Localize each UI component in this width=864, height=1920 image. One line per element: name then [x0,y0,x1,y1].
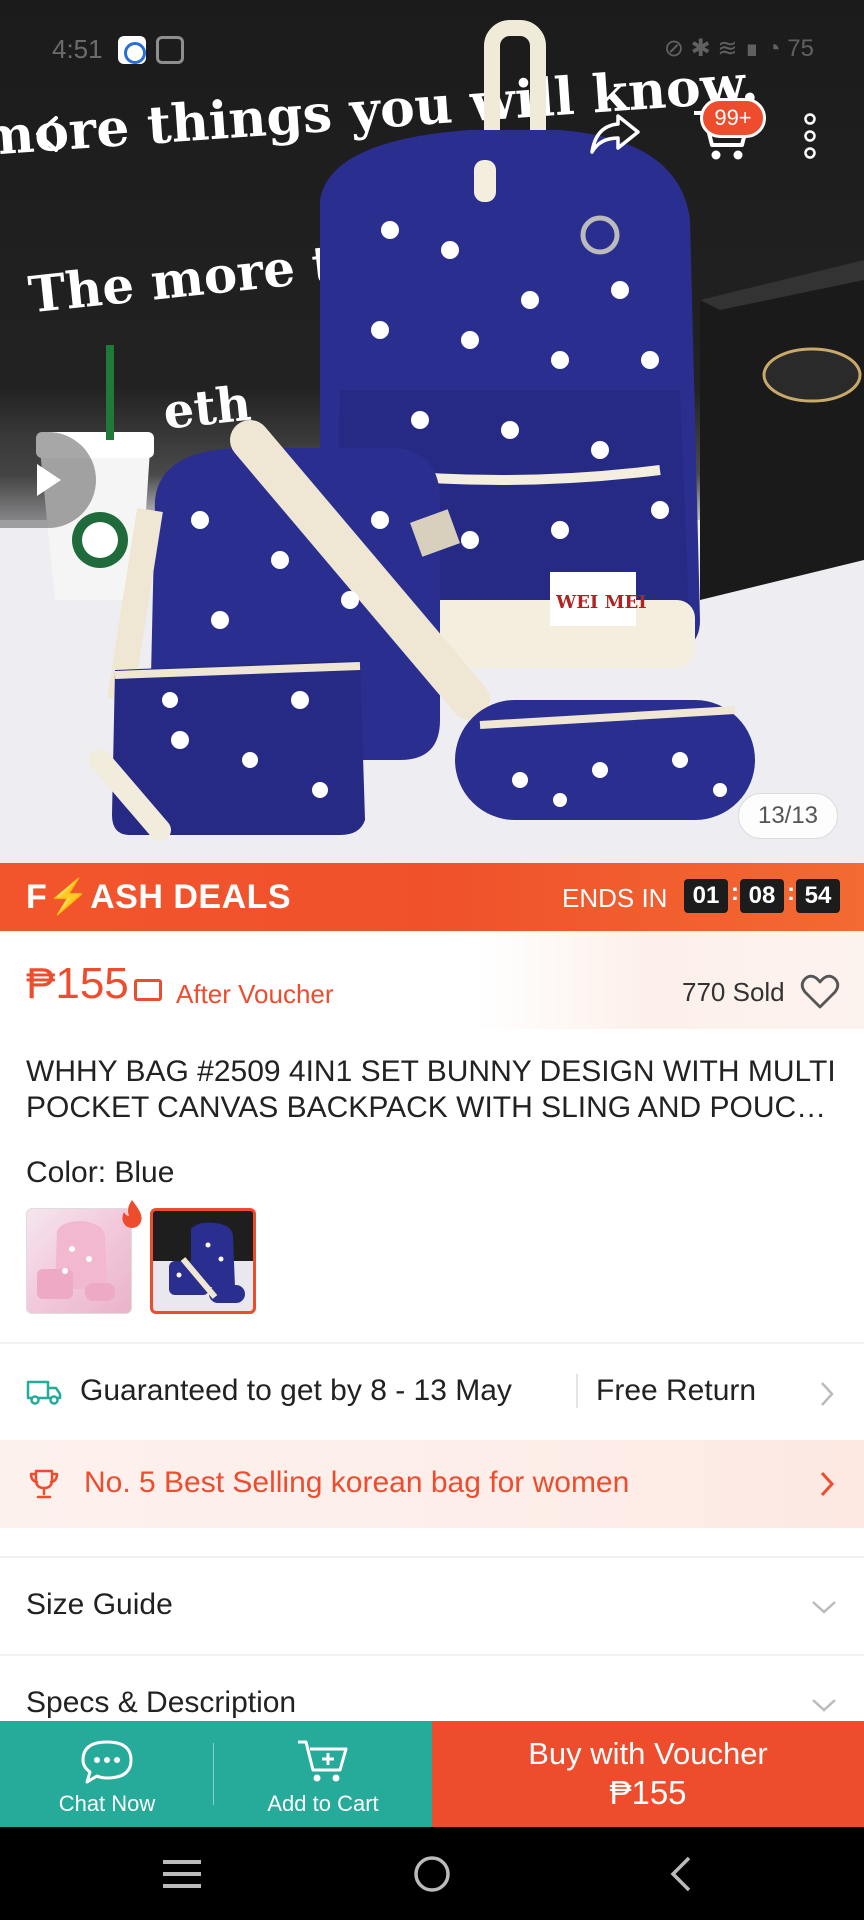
chevron-down-icon [812,1601,836,1614]
best-selling-banner[interactable]: No. 5 Best Selling korean bag for women [0,1440,864,1528]
size-guide-label: Size Guide [26,1588,173,1621]
timer-colon: : [731,879,739,906]
bag-tag-text: WEI MEI [555,592,647,613]
cart-count-badge: 99+ [700,98,766,138]
add-to-cart-icon [298,1740,348,1782]
home-circle-icon [414,1856,450,1892]
product-title: WHHY BAG #2509 4IN1 SET BUNNY DESIGN WIT… [26,1055,836,1124]
buy-with-voucher-label: Buy with Voucher [528,1736,768,1771]
voucher-icon [134,979,162,1001]
color-option-blue[interactable] [150,1208,256,1314]
specs-description-label: Specs & Description [26,1686,297,1719]
timer-minutes: 08 [740,879,784,913]
share-icon [590,114,640,154]
best-selling-text: No. 5 Best Selling korean bag for women [84,1466,630,1499]
product-page: more things you will know. The more that… [0,0,864,1920]
image-counter: 13/13 [738,793,838,839]
sold-count: 770 Sold [682,977,785,1007]
system-back-button[interactable] [655,1849,705,1899]
timer-seconds: 54 [796,879,840,913]
chat-bubble-icon [81,1740,133,1784]
add-to-cart-button[interactable]: Add to Cart [214,1721,432,1827]
status-time: 4:51 [52,34,103,64]
gallery-notification-icon [156,36,184,64]
divider [0,1342,864,1344]
product-image-gallery[interactable]: more things you will know. The more that… [0,0,864,863]
hot-fire-icon [122,1200,142,1228]
heart-icon [800,974,840,1009]
play-icon [37,464,61,496]
truck-icon [26,1380,62,1405]
system-navigation-bar [0,1827,864,1920]
divider [0,1654,864,1656]
price-row: ₱155 After Voucher 770 Sold [0,931,864,1029]
chevron-right-icon [820,1471,835,1497]
timer-colon: : [787,879,795,906]
price: ₱155 [26,959,129,1008]
recent-apps-button[interactable] [157,1849,207,1899]
back-chevron-icon [670,1856,691,1892]
more-options-button[interactable] [790,106,830,166]
status-indicators: ⊘ ✱ ≋ ∎ ◔ 75 [663,35,814,62]
flash-deals-title: F⚡ASH DEALS [26,878,292,916]
timer-hours: 01 [684,879,728,913]
ends-in-label: ENDS IN [562,883,668,913]
chat-now-button[interactable]: Chat Now [0,1721,214,1827]
bottom-action-bar: Chat Now Add to Cart Buy with Voucher ₱1… [0,1721,864,1827]
chevron-right-icon [821,1382,834,1406]
color-label: Color: Blue [26,1156,175,1189]
pink-bag-thumbnail [37,1221,115,1301]
more-vertical-icon [804,113,816,159]
chevron-down-icon [812,1699,836,1712]
after-voucher-label: After Voucher [176,979,334,1009]
color-option-pink[interactable] [26,1208,132,1314]
buy-with-voucher-button[interactable]: Buy with Voucher ₱155 [432,1721,864,1827]
chat-now-label: Chat Now [58,1791,156,1816]
shipping-guarantee: Guaranteed to get by 8 - 13 May [80,1374,512,1407]
back-arrow-icon [36,116,58,152]
share-button[interactable] [585,104,645,164]
play-video-button[interactable] [0,432,96,528]
trophy-icon [29,1469,59,1499]
buy-price: ₱155 [609,1774,687,1811]
blue-bag-thumbnail [153,1211,253,1311]
home-button[interactable] [407,1849,457,1899]
menu-icon [163,1860,201,1888]
free-return-label: Free Return [596,1374,757,1407]
shipping-separator [576,1374,578,1408]
app-notification-icon [118,36,146,64]
back-button[interactable] [18,104,78,164]
flash-deals-banner[interactable]: F⚡ASH DEALS ENDS IN 01 : 08 : 54 [0,863,864,931]
favorite-button[interactable] [800,973,840,1011]
add-to-cart-label: Add to Cart [267,1791,379,1816]
status-bar: 4:51 ⊘ ✱ ≋ ∎ ◔ 75 [0,30,864,70]
divider [0,1556,864,1558]
